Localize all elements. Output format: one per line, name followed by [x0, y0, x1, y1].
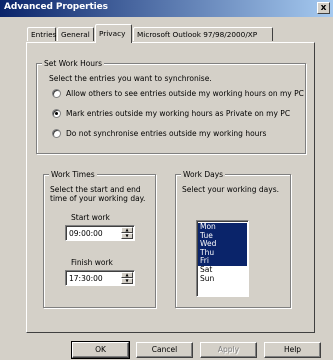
start-work-time-value[interactable]: 09:00:00	[69, 229, 103, 238]
close-button[interactable]: x	[317, 2, 330, 14]
work-times-instruction-line-1: Select the start and end	[50, 185, 141, 194]
set-work-hours-legend: Set Work Hours	[42, 59, 105, 68]
finish-work-spin-buttons: ▲ ▼	[121, 272, 133, 284]
start-work-time-spinner[interactable]: 09:00:00 ▲ ▼	[65, 225, 135, 241]
finish-work-label: Finish work	[71, 258, 113, 267]
work-times-legend: Work Times	[49, 170, 97, 179]
advanced-properties-dialog: Advanced Properties x Entries General Pr…	[0, 0, 333, 360]
work-days-listbox[interactable]: Mon Tue Wed Thu Fri Sat Sun	[196, 220, 249, 297]
cancel-button[interactable]: Cancel	[136, 342, 193, 358]
work-days-group: Work Days Select your working days. Mon …	[175, 170, 291, 308]
finish-work-time-value[interactable]: 17:30:00	[69, 274, 103, 283]
radio-allow-others-see[interactable]	[52, 89, 61, 98]
work-times-group: Work Times Select the start and end time…	[43, 170, 156, 308]
set-work-hours-group: Set Work Hours Select the entries you wa…	[36, 59, 306, 154]
title-bar[interactable]: Advanced Properties x	[0, 0, 333, 17]
start-work-down-arrow-icon[interactable]: ▼	[121, 233, 133, 239]
finish-work-down-arrow-icon[interactable]: ▼	[121, 278, 133, 284]
help-button[interactable]: Help	[264, 342, 321, 358]
window-title: Advanced Properties	[4, 2, 108, 12]
apply-button[interactable]: Apply	[200, 342, 257, 358]
radio-do-not-synchronise[interactable]	[52, 129, 61, 138]
tab-entries[interactable]: Entries	[27, 27, 56, 41]
list-item-sun[interactable]: Sun	[198, 274, 247, 284]
finish-work-time-spinner[interactable]: 17:30:00 ▲ ▼	[65, 270, 135, 286]
radio-label-allow-others-see[interactable]: Allow others to see entries outside my w…	[66, 89, 304, 98]
tab-general[interactable]: General	[57, 27, 94, 41]
work-days-legend: Work Days	[181, 170, 226, 179]
radio-mark-private[interactable]	[52, 109, 61, 118]
start-work-label: Start work	[71, 213, 110, 222]
ok-button[interactable]: OK	[71, 341, 130, 359]
privacy-tab-panel: Set Work Hours Select the entries you wa…	[26, 42, 315, 333]
work-times-instruction-line-2: time of your working day.	[50, 194, 146, 203]
work-hours-instruction: Select the entries you want to synchroni…	[49, 74, 212, 83]
radio-label-mark-private[interactable]: Mark entries outside my working hours as…	[66, 109, 290, 118]
radio-label-do-not-synchronise[interactable]: Do not synchronise entries outside my wo…	[66, 129, 266, 138]
tab-privacy[interactable]: Privacy	[95, 24, 132, 43]
start-work-spin-buttons: ▲ ▼	[121, 227, 133, 239]
tab-microsoft-outlook[interactable]: Microsoft Outlook 97/98/2000/XP	[133, 27, 273, 41]
work-days-instruction: Select your working days.	[182, 185, 279, 194]
